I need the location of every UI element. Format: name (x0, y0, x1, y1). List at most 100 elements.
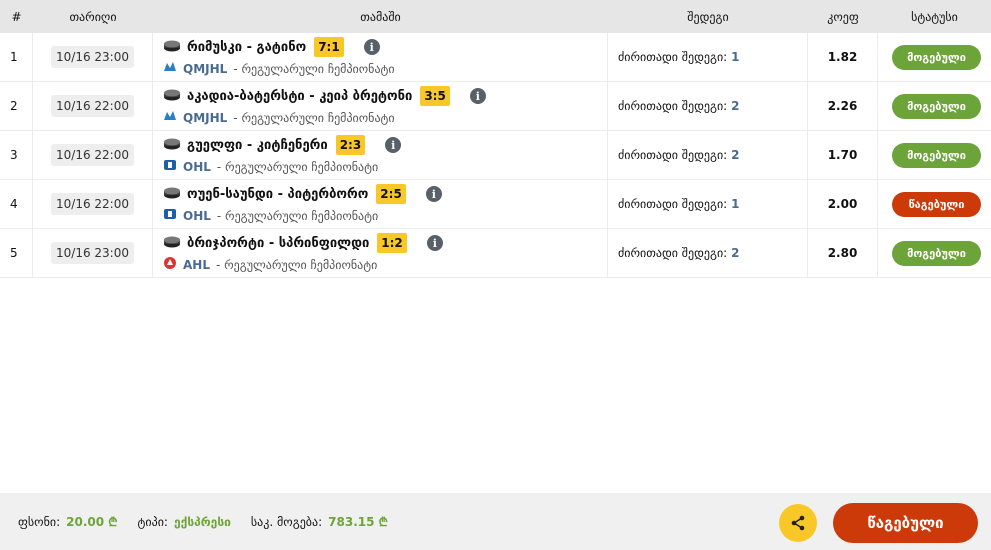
match-title[interactable]: გუელფი - კიტჩენერი (187, 138, 328, 153)
match-score: 2:3 (335, 135, 366, 155)
row-number: 2 (0, 82, 33, 130)
league-description: - რეგულარული ჩემპიონატი (233, 110, 395, 125)
row-date: 10/16 23:00 (51, 242, 134, 264)
row-match-cell: რიმუსკი - გატინო 7:1 i QMJHL - რეგულარული ჩე… (153, 33, 608, 81)
row-match-cell: აკადია-ბატერსტი - კეიპ ბრეტონი 3:5 i QMJHL -… (153, 82, 608, 130)
row-result-cell: ძირითადი შედეგი: 1 (608, 180, 808, 228)
league-code: OHL (183, 208, 211, 223)
result-value: 2 (731, 246, 740, 260)
match-title[interactable]: ოუენ-საუნდი - პიტერბორო (187, 187, 368, 202)
row-status-cell: მოგებული (878, 229, 991, 277)
header-date: თარიღი (69, 9, 117, 24)
match-title[interactable]: აკადია-ბატერსტი - კეიპ ბრეტონი (187, 89, 412, 104)
league-logo-icon (163, 109, 177, 126)
result-value: 1 (731, 197, 740, 211)
header-status: სტატუსი (911, 9, 958, 24)
row-result-cell: ძირითადი შედეგი: 1 (608, 33, 808, 81)
league-logo-icon (163, 60, 177, 77)
row-odds: 1.70 (808, 131, 878, 179)
hockey-puck-icon (163, 236, 181, 251)
row-odds: 2.26 (808, 82, 878, 130)
header-result: შედეგი (687, 9, 729, 24)
hockey-puck-icon (163, 40, 181, 55)
row-date-cell: 10/16 23:00 (33, 33, 153, 81)
league-logo-icon (163, 158, 177, 175)
match-title[interactable]: რიმუსკი - გატინო (187, 40, 306, 55)
table-header: # თარიღი თამაში შედეგი კოეფ სტატუსი (0, 0, 991, 33)
row-date-cell: 10/16 22:00 (33, 82, 153, 130)
info-icon[interactable]: i (469, 88, 486, 104)
result-value: 2 (731, 99, 740, 113)
row-status-cell: მოგებული (878, 33, 991, 81)
row-date-cell: 10/16 23:00 (33, 229, 153, 277)
table-row: 5 10/16 23:00 ბრიჯპორტი - სპრინფილდი 1:2 i AH… (0, 229, 991, 278)
table-row: 4 10/16 22:00 ოუენ-საუნდი - პიტერბორო 2:5 i O… (0, 180, 991, 229)
row-date-cell: 10/16 22:00 (33, 131, 153, 179)
result-label: ძირითადი შედეგი: (618, 50, 728, 64)
type-label: ტიპი: (137, 514, 168, 529)
result-value: 1 (731, 50, 740, 64)
status-badge: მოგებული (892, 93, 981, 119)
league-code: OHL (183, 159, 211, 174)
row-odds: 2.80 (808, 229, 878, 277)
hockey-puck-icon (163, 89, 181, 104)
match-score: 3:5 (420, 86, 450, 106)
status-badge: მოგებული (892, 142, 981, 168)
status-badge: მოგებული (892, 240, 981, 266)
league-code: AHL (183, 257, 210, 272)
row-status-cell: მოგებული (878, 82, 991, 130)
row-match-cell: ბრიჯპორტი - სპრინფილდი 1:2 i AHL - რეგულარულ… (153, 229, 608, 277)
info-icon[interactable]: i (385, 137, 402, 153)
result-value: 2 (731, 148, 740, 162)
info-icon[interactable]: i (425, 186, 442, 202)
share-button[interactable] (779, 504, 817, 542)
row-result-cell: ძირითადი შედეგი: 2 (608, 82, 808, 130)
stake-label: ფსონი: (18, 514, 61, 529)
status-badge: მოგებული (892, 44, 981, 70)
row-match-cell: გუელფი - კიტჩენერი 2:3 i OHL - რეგულარული ჩე… (153, 131, 608, 179)
stake-value: 20.00 ₾ (66, 515, 118, 529)
league-code: QMJHL (183, 61, 228, 76)
hockey-puck-icon (163, 138, 181, 153)
table-row: 1 10/16 23:00 რიმუსკი - გატინო 7:1 i QMJHL - რ… (0, 33, 991, 82)
result-label: ძირითადი შედეგი: (618, 148, 728, 162)
match-title[interactable]: ბრიჯპორტი - სპრინფილდი (187, 236, 369, 251)
row-number: 5 (0, 229, 33, 277)
type-info: ტიპი: ექსპრესი (138, 515, 231, 529)
table-row: 2 10/16 22:00 აკადია-ბატერსტი - კეიპ ბრეტო… (0, 82, 991, 131)
stake-info: ფსონი: 20.00 ₾ (18, 513, 118, 530)
row-odds: 2.00 (808, 180, 878, 228)
share-icon (791, 515, 805, 531)
row-status-cell: მოგებული (878, 131, 991, 179)
match-score: 2:5 (376, 184, 406, 204)
league-description: - რეგულარული ჩემპიონატი (216, 159, 379, 174)
potential-info: საკ. მოგება: 783.15 ₾ (251, 513, 388, 530)
result-label: ძირითადი შედეგი: (618, 197, 728, 211)
row-match-cell: ოუენ-საუნდი - პიტერბორო 2:5 i OHL - რეგულარუ… (153, 180, 608, 228)
league-description: - რეგულარული ჩემპიონატი (215, 257, 378, 272)
result-label: ძირითადი შედეგი: (618, 99, 728, 113)
result-status-button[interactable]: წაგებული (833, 503, 978, 543)
row-date: 10/16 22:00 (51, 193, 134, 215)
hockey-puck-icon (163, 187, 181, 202)
potential-label: საკ. მოგება: (250, 514, 323, 529)
league-description: - რეგულარული ჩემპიონატი (233, 61, 395, 76)
info-icon[interactable]: i (426, 235, 443, 251)
row-date: 10/16 22:00 (51, 144, 134, 166)
row-odds: 1.82 (808, 33, 878, 81)
header-odds: კოეფ (827, 9, 859, 24)
result-label: ძირითადი შედეგი: (618, 246, 728, 260)
row-number: 3 (0, 131, 33, 179)
row-result-cell: ძირითადი შედეგი: 2 (608, 131, 808, 179)
table-row: 3 10/16 22:00 გუელფი - კიტჩენერი 2:3 i OHL - რ… (0, 131, 991, 180)
row-status-cell: წაგებული (878, 180, 991, 228)
header-num: # (11, 9, 22, 24)
row-date: 10/16 22:00 (51, 95, 134, 117)
match-score: 7:1 (314, 37, 344, 57)
info-icon[interactable]: i (363, 39, 380, 55)
row-number: 1 (0, 33, 33, 81)
league-logo-icon (163, 256, 177, 273)
header-match: თამაში (360, 9, 401, 24)
league-code: QMJHL (183, 110, 228, 125)
row-date: 10/16 23:00 (51, 46, 134, 68)
